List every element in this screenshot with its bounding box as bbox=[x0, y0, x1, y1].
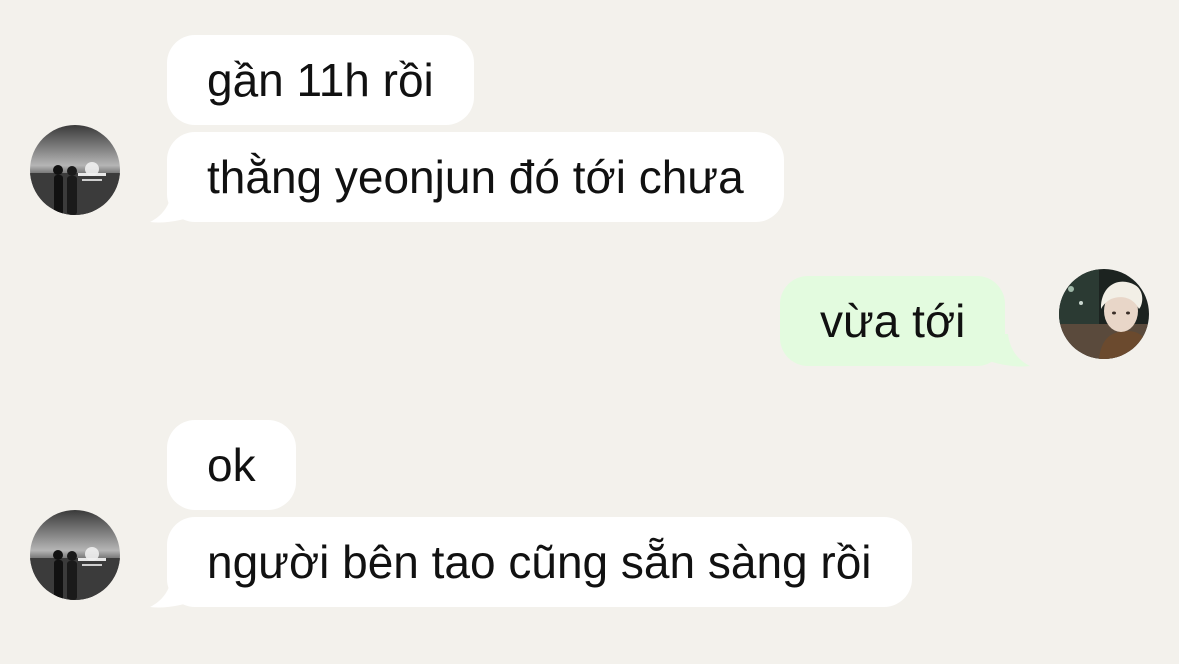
message-bubble-incoming[interactable]: gần 11h rồi bbox=[167, 35, 474, 125]
my-avatar[interactable] bbox=[1059, 269, 1149, 359]
message-bubble-outgoing[interactable]: vừa tới bbox=[780, 276, 1006, 366]
my-avatar-image bbox=[1059, 269, 1149, 359]
friend-avatar[interactable] bbox=[30, 510, 120, 600]
message-bubble-incoming[interactable]: ok bbox=[167, 420, 296, 510]
friend-avatar[interactable] bbox=[30, 125, 120, 215]
message-bubble-incoming[interactable]: thằng yeonjun đó tới chưa bbox=[167, 132, 784, 222]
chat-thread: gần 11h rồi thằng yeonjun đó tới chưa vừ… bbox=[0, 0, 1179, 664]
friend-avatar-image bbox=[30, 510, 120, 600]
message-bubble-incoming[interactable]: người bên tao cũng sẵn sàng rồi bbox=[167, 517, 912, 607]
friend-avatar-image bbox=[30, 125, 120, 215]
